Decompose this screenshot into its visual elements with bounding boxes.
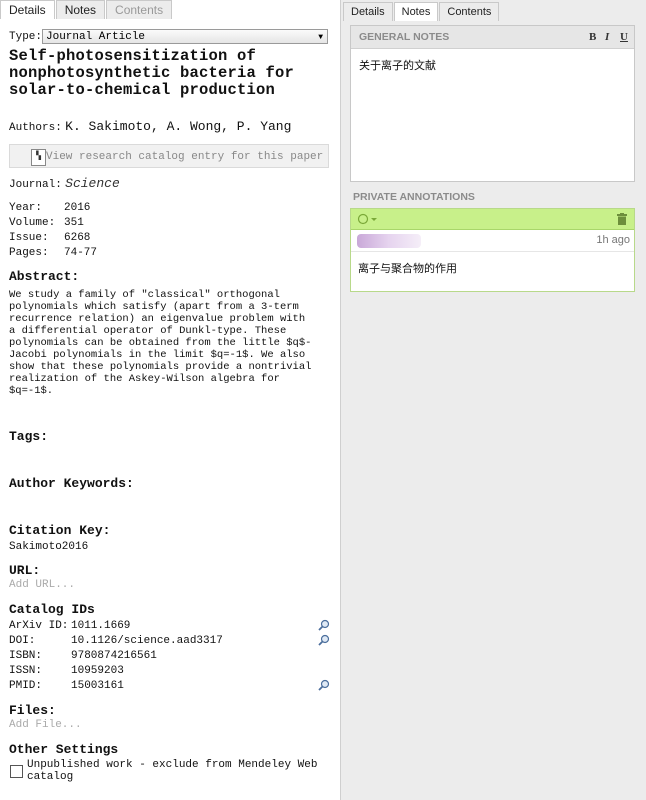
author-avatar — [357, 234, 421, 248]
pmid-row: PMID: 15003161 — [9, 680, 124, 692]
details-pane: Details Notes Contents Type: Journal Art… — [0, 0, 341, 800]
journal-row: Journal: Science — [9, 176, 120, 191]
pages-value[interactable]: 74-77 — [64, 247, 97, 259]
issn-label: ISSN: — [9, 665, 43, 677]
catalog-ids-heading: Catalog IDs — [9, 602, 95, 617]
private-annotations-heading: PRIVATE ANNOTATIONS — [353, 191, 475, 203]
citation-key-value[interactable]: Sakimoto2016 — [9, 541, 88, 553]
issn-value[interactable]: 10959203 — [71, 665, 124, 677]
arxiv-id-row: ArXiv ID: 1011.1669 — [9, 620, 130, 632]
type-select-value: Journal Article — [46, 31, 146, 43]
arxiv-lookup-search-icon[interactable] — [318, 619, 330, 631]
arxiv-id-value[interactable]: 1011.1669 — [71, 620, 130, 632]
document-title[interactable]: Self-photosensitization of nonphotosynth… — [9, 48, 329, 99]
left-tab-bar: Details Notes Contents — [0, 0, 173, 20]
annotation-timestamp: 1h ago — [596, 234, 630, 246]
url-heading: URL: — [9, 563, 41, 578]
isbn-value[interactable]: 9780874216561 — [71, 650, 157, 662]
trash-icon[interactable] — [617, 213, 627, 225]
pages-label: Pages: — [9, 247, 49, 259]
other-settings-heading: Other Settings — [9, 742, 119, 757]
general-notes-panel: GENERAL NOTES B I U 关于离子的文献 — [350, 25, 635, 182]
general-notes-heading: GENERAL NOTES — [359, 31, 450, 43]
authors-row: Authors: K. Sakimoto, A. Wong, P. Yang — [9, 119, 291, 134]
italic-button[interactable]: I — [605, 26, 609, 48]
pmid-label: PMID: — [9, 680, 43, 692]
annotation-text[interactable]: 离子与聚合物的作用 — [351, 252, 634, 284]
isbn-label: ISBN: — [9, 650, 43, 662]
volume-label: Volume: — [9, 217, 56, 229]
abstract-heading: Abstract: — [9, 269, 80, 284]
chevron-down-icon: ▼ — [318, 33, 323, 42]
pages-row: Pages: 74-77 — [9, 247, 97, 259]
general-notes-editor[interactable]: 关于离子的文献 — [351, 49, 634, 81]
year-label: Year: — [9, 202, 43, 214]
volume-row: Volume: 351 — [9, 217, 84, 229]
notes-pane: Details Notes Contents GENERAL NOTES B I… — [341, 0, 646, 800]
annotation-header — [351, 209, 634, 230]
abstract-text[interactable]: We study a family of "classical" orthogo… — [9, 289, 331, 397]
pmid-value[interactable]: 15003161 — [71, 680, 124, 692]
issue-label: Issue: — [9, 232, 49, 244]
doi-label: DOI: — [9, 635, 36, 647]
annotation-color-picker-icon[interactable] — [357, 213, 379, 225]
isbn-row: ISBN: 9780874216561 — [9, 650, 157, 662]
tab-notes[interactable]: Notes — [55, 0, 106, 19]
tags-heading: Tags: — [9, 429, 49, 444]
bold-button[interactable]: B — [589, 26, 596, 48]
issue-value[interactable]: 6268 — [64, 232, 90, 244]
authors-value[interactable]: K. Sakimoto, A. Wong, P. Yang — [65, 119, 291, 134]
issue-row: Issue: 6268 — [9, 232, 90, 244]
tab-contents[interactable]: Contents — [439, 2, 500, 21]
view-catalog-entry-label: View research catalog entry for this pap… — [46, 151, 324, 163]
year-value[interactable]: 2016 — [64, 202, 90, 214]
catalog-document-icon: ▚ — [31, 149, 46, 166]
authors-label: Authors: — [9, 122, 62, 134]
volume-value[interactable]: 351 — [64, 217, 84, 229]
add-url-input[interactable]: Add URL... — [9, 579, 75, 591]
files-heading: Files: — [9, 703, 56, 718]
pmid-lookup-search-icon[interactable] — [318, 679, 330, 691]
annotation-card: 1h ago 离子与聚合物的作用 — [350, 208, 635, 292]
tab-contents[interactable]: Contents — [106, 0, 173, 19]
doi-lookup-search-icon[interactable] — [318, 634, 330, 646]
tab-details[interactable]: Details — [0, 0, 55, 19]
type-select[interactable]: Journal Article ▼ — [42, 29, 328, 44]
year-row: Year: 2016 — [9, 202, 90, 214]
view-catalog-entry-button[interactable]: ▚ View research catalog entry for this p… — [9, 144, 329, 168]
doi-row: DOI: 10.1126/science.aad3317 — [9, 635, 223, 647]
right-tab-bar: Details Notes Contents — [343, 2, 500, 22]
tab-notes[interactable]: Notes — [393, 2, 439, 21]
add-file-input[interactable]: Add File... — [9, 719, 82, 731]
annotation-meta-row: 1h ago — [351, 230, 634, 252]
general-notes-header: GENERAL NOTES B I U — [351, 26, 634, 49]
arxiv-id-label: ArXiv ID: — [9, 620, 69, 632]
tab-details[interactable]: Details — [343, 2, 393, 21]
type-label: Type: — [9, 31, 43, 43]
doi-value[interactable]: 10.1126/science.aad3317 — [71, 635, 223, 647]
issn-row: ISSN: 10959203 — [9, 665, 124, 677]
journal-label: Journal: — [9, 179, 62, 191]
unpublished-work-checkbox[interactable] — [10, 765, 23, 778]
journal-value[interactable]: Science — [65, 176, 120, 191]
author-keywords-heading: Author Keywords: — [9, 476, 134, 491]
unpublished-work-label[interactable]: Unpublished work - exclude from Mendeley… — [27, 759, 327, 783]
underline-button[interactable]: U — [620, 26, 628, 48]
citation-key-heading: Citation Key: — [9, 523, 111, 538]
